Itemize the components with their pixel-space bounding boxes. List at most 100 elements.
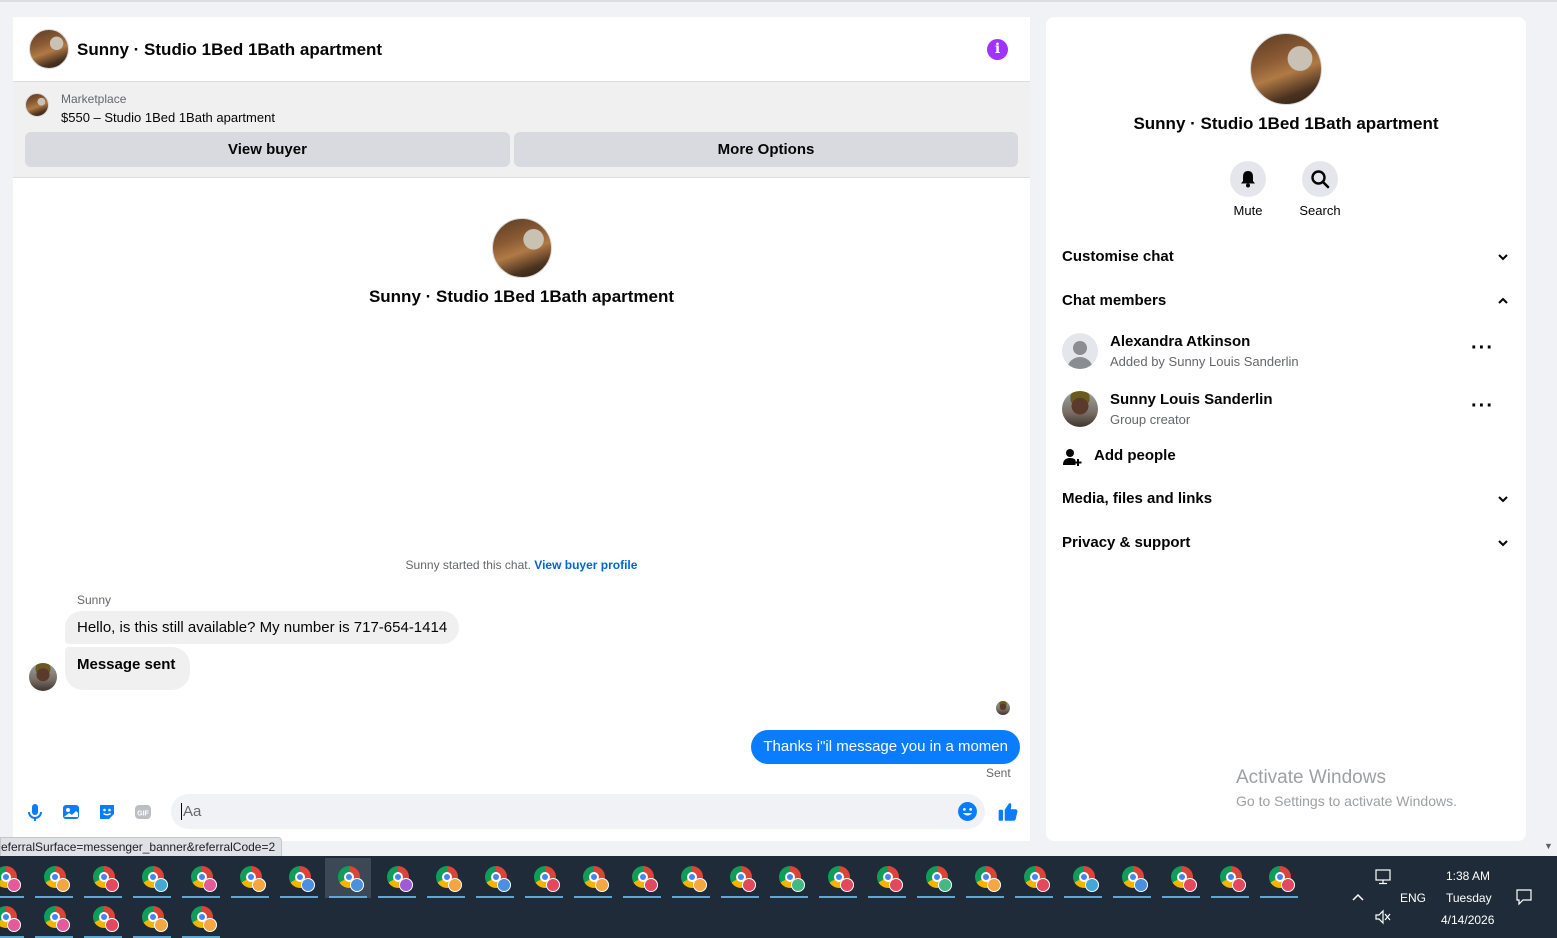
chrome-icon [142, 906, 168, 932]
network-icon[interactable] [1374, 869, 1392, 885]
taskbar-chrome-window[interactable] [962, 858, 1008, 898]
taskbar-chrome-window[interactable] [129, 898, 175, 938]
profile-badge-icon [791, 878, 805, 892]
taskbar-chrome-window[interactable] [766, 858, 812, 898]
view-buyer-profile-link[interactable]: View buyer profile [534, 558, 637, 572]
taskbar-chrome-window[interactable] [1207, 858, 1253, 898]
started-text: Sunny started this chat. [405, 558, 531, 572]
taskbar-chrome-window[interactable] [178, 858, 224, 898]
taskbar-underline [280, 896, 318, 898]
view-buyer-button[interactable]: View buyer [25, 132, 510, 167]
taskbar-chrome-window[interactable] [423, 858, 469, 898]
clock-day[interactable]: Tuesday [1446, 891, 1492, 905]
taskbar-chrome-window[interactable] [80, 858, 126, 898]
intro-avatar [492, 218, 552, 278]
chevron-up-icon[interactable] [1351, 890, 1365, 904]
activate-windows-watermark: Activate Windows Go to Settings to activ… [1236, 767, 1457, 809]
listing-title[interactable]: $550 – Studio 1Bed 1Bath apartment [61, 110, 275, 125]
member-name: Sunny Louis Sanderlin [1110, 391, 1273, 408]
mute-button[interactable]: Mute [1208, 161, 1288, 218]
taskbar-underline [1113, 896, 1151, 898]
more-icon[interactable]: ··· [1471, 395, 1494, 418]
taskbar-chrome-window[interactable] [472, 858, 518, 898]
taskbar-chrome-window[interactable] [227, 858, 273, 898]
chrome-icon [1269, 866, 1295, 892]
sticker-icon[interactable] [97, 802, 117, 822]
chat-title[interactable]: Sunny · Studio 1Bed 1Bath apartment [77, 40, 382, 60]
taskbar-chrome-window[interactable] [1011, 858, 1057, 898]
taskbar-chrome-window[interactable] [1109, 858, 1155, 898]
taskbar-chrome-window[interactable] [325, 858, 371, 898]
taskbar-chrome-window[interactable] [178, 898, 224, 938]
taskbar-chrome-window[interactable] [0, 898, 28, 938]
taskbar-chrome-window[interactable] [864, 858, 910, 898]
group-avatar[interactable] [1250, 33, 1322, 105]
privacy-support-section[interactable]: Privacy & support [1062, 534, 1510, 556]
language-indicator[interactable]: ENG [1400, 891, 1426, 905]
taskbar-underline [1260, 896, 1298, 898]
thumbs-up-icon[interactable] [997, 801, 1019, 823]
taskbar-chrome-window[interactable] [31, 858, 77, 898]
chat-members-section[interactable]: Chat members [1062, 292, 1510, 314]
taskbar-chrome-window[interactable] [31, 898, 77, 938]
profile-badge-icon [203, 878, 217, 892]
taskbar-underline [721, 896, 759, 898]
taskbar-chrome-window[interactable] [374, 858, 420, 898]
media-files-label: Media, files and links [1062, 490, 1213, 507]
chrome-icon [191, 866, 217, 892]
taskbar-chrome-window[interactable] [619, 858, 665, 898]
chrome-icon [240, 866, 266, 892]
search-button[interactable]: Search [1280, 161, 1360, 218]
chrome-icon [877, 866, 903, 892]
taskbar-chrome-window[interactable] [913, 858, 959, 898]
taskbar-underline [868, 896, 906, 898]
media-files-section[interactable]: Media, files and links [1062, 490, 1510, 512]
info-icon[interactable]: i [987, 39, 1008, 60]
taskbar-chrome-window[interactable] [570, 858, 616, 898]
taskbar-chrome-window[interactable] [1256, 858, 1302, 898]
notification-icon[interactable] [1515, 888, 1533, 906]
watermark-title: Activate Windows [1236, 767, 1386, 788]
taskbar-chrome-window[interactable] [521, 858, 567, 898]
clock-date[interactable]: 4/14/2026 [1441, 913, 1494, 927]
member-row[interactable]: Alexandra Atkinson Added by Sunny Louis … [1062, 333, 1510, 373]
image-icon[interactable] [61, 802, 81, 822]
taskbar-chrome-window[interactable] [717, 858, 763, 898]
taskbar-chrome-window[interactable] [80, 898, 126, 938]
chrome-icon [534, 866, 560, 892]
scrollbar-down-arrow[interactable]: ▼ [1544, 841, 1554, 851]
taskbar-underline [476, 896, 514, 898]
gif-icon[interactable]: GIF [133, 802, 153, 822]
taskbar-chrome-window[interactable] [668, 858, 714, 898]
search-label: Search [1299, 203, 1341, 218]
incoming-message[interactable]: Hello, is this still available? My numbe… [65, 611, 460, 644]
sender-avatar[interactable] [29, 663, 57, 691]
microphone-icon[interactable] [25, 802, 45, 822]
taskbar-chrome-window[interactable] [276, 858, 322, 898]
profile-badge-icon [154, 918, 168, 932]
muted-speaker-icon[interactable] [1374, 909, 1392, 925]
taskbar-chrome-window[interactable] [1060, 858, 1106, 898]
profile-badge-icon [742, 878, 756, 892]
profile-badge-icon [105, 878, 119, 892]
chat-avatar[interactable] [29, 29, 69, 69]
member-row[interactable]: Sunny Louis Sanderlin Group creator ··· [1062, 391, 1510, 431]
add-person-icon [1063, 449, 1082, 466]
taskbar-chrome-window[interactable] [815, 858, 861, 898]
taskbar-underline [623, 896, 661, 898]
outgoing-message[interactable]: Thanks i"il message you in a momen [751, 730, 1020, 764]
profile-badge-icon [350, 878, 364, 892]
clock-time[interactable]: 1:38 AM [1446, 869, 1490, 883]
message-input[interactable]: Aa [171, 794, 985, 829]
incoming-message[interactable]: Message sent [65, 647, 191, 690]
taskbar-chrome-window[interactable] [1158, 858, 1204, 898]
profile-badge-icon [938, 878, 952, 892]
taskbar-chrome-window[interactable] [0, 858, 28, 898]
chrome-icon [730, 866, 756, 892]
profile-badge-icon [1085, 878, 1099, 892]
more-options-button[interactable]: More Options [514, 132, 1018, 167]
customise-chat-section[interactable]: Customise chat [1062, 248, 1510, 270]
emoji-icon[interactable] [957, 801, 978, 822]
taskbar-chrome-window[interactable] [129, 858, 175, 898]
more-icon[interactable]: ··· [1471, 337, 1494, 360]
